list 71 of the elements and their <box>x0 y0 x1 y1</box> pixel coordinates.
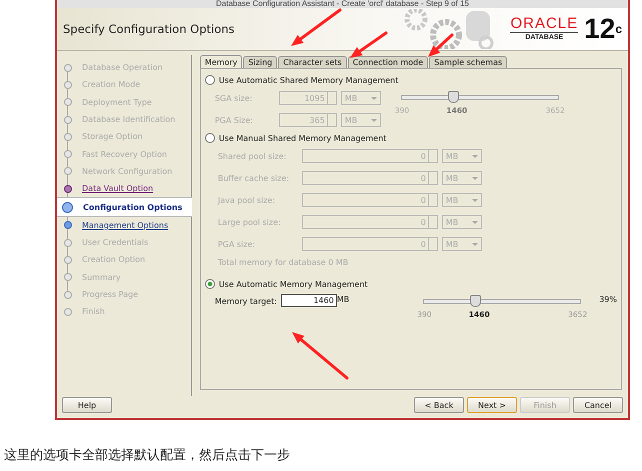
step-item[interactable]: Progress Page <box>57 286 191 304</box>
unit-dropdown[interactable]: MB <box>442 149 482 163</box>
spinner-field[interactable]: 0 <box>302 193 438 207</box>
dialog-button[interactable]: < Back <box>414 397 464 413</box>
field-label: Shared pool size: <box>216 152 288 160</box>
step-dot-icon <box>64 221 72 230</box>
tab[interactable]: Sample schemas <box>429 56 508 68</box>
annotation-arrow <box>428 34 454 57</box>
step-item[interactable]: Database Operation <box>57 59 191 76</box>
unit-dropdown[interactable]: MB <box>340 113 381 127</box>
page-title: Specify Configuration Options <box>63 22 235 36</box>
caption-text: 这里的选项卡全部选择默认配置，然后点击下一步 <box>4 447 290 464</box>
step-item[interactable]: Configuration Options <box>57 197 192 217</box>
spinner-field[interactable]: 0 <box>302 171 438 185</box>
dialog-button[interactable]: Next > <box>467 397 517 413</box>
unit-label: MB <box>336 294 350 304</box>
field-label: Java pool size: <box>216 196 276 204</box>
window-title: Database Configuration Assistant - Create 'orcl' database - Step 9 of 15 <box>57 0 628 8</box>
step-item[interactable]: Storage Option <box>57 128 191 146</box>
dialog-button[interactable]: Cancel <box>573 397 623 413</box>
tab[interactable]: Connection mode <box>348 56 428 68</box>
version-label: 12$^{c}$ <box>584 14 622 44</box>
step-item[interactable]: Deployment Type <box>57 94 191 111</box>
step-item[interactable]: Creation Option <box>57 251 191 269</box>
tab[interactable]: Memory <box>200 55 242 68</box>
brand-logo-text: ORACLE <box>510 16 578 32</box>
slider-handle[interactable] <box>448 91 459 103</box>
field-label: Large pool size: <box>216 218 282 226</box>
step-dot-icon <box>64 308 72 316</box>
spinner-field[interactable]: 0 <box>302 149 438 163</box>
slider-handle[interactable] <box>470 295 482 307</box>
unit-dropdown[interactable]: MB <box>340 91 381 105</box>
step-dot-icon <box>64 184 72 193</box>
spinner-field[interactable]: 1095 <box>278 91 337 105</box>
option-label: Use Automatic Shared Memory Management <box>218 76 398 84</box>
radio-button[interactable] <box>204 133 215 143</box>
unit-dropdown[interactable]: MB <box>442 193 482 207</box>
step-item[interactable]: Data Vault Option <box>57 180 191 198</box>
step-dot-icon <box>62 202 73 213</box>
step-item[interactable]: Database Identification <box>57 110 191 128</box>
field-label: PGA size: <box>216 240 256 248</box>
spinner-field[interactable]: 0 <box>302 215 438 229</box>
dialog-button[interactable]: Help <box>62 397 112 413</box>
memory-target-field[interactable]: 1460 <box>280 294 337 307</box>
radio-button[interactable] <box>204 279 215 289</box>
percent-label: 39% <box>599 294 617 304</box>
unit-dropdown[interactable]: MB <box>442 171 482 185</box>
step-item[interactable]: Fast Recovery Option <box>57 145 191 163</box>
unit-dropdown[interactable]: MB <box>442 237 482 251</box>
spinner-field[interactable]: 0 <box>302 237 438 251</box>
step-item[interactable]: User Credentials <box>57 234 191 252</box>
radio-button[interactable] <box>204 75 215 85</box>
field-label: PGA Size: <box>214 116 254 124</box>
field-label: SGA size: <box>214 94 254 102</box>
annotation-arrow <box>292 332 348 380</box>
step-item[interactable]: Summary <box>57 268 191 286</box>
field-label: Memory target: <box>214 296 278 306</box>
annotation-arrow <box>291 8 342 46</box>
tab[interactable]: Character sets <box>278 56 347 68</box>
total-memory-text: Total memory for database 0 MB <box>216 257 350 269</box>
option-label: Use Manual Shared Memory Management <box>218 134 386 142</box>
step-item[interactable]: Network Configuration <box>57 162 191 180</box>
step-item[interactable]: Management Options <box>57 216 191 234</box>
tab[interactable]: Sizing <box>243 56 278 68</box>
option-label: Use Automatic Memory Management <box>218 280 368 288</box>
spinner-field[interactable]: 365 <box>278 113 337 127</box>
unit-dropdown[interactable]: MB <box>442 215 482 229</box>
step-item[interactable]: Finish <box>57 303 191 320</box>
annotation-arrow <box>350 32 388 58</box>
step-item[interactable]: Creation Mode <box>57 76 191 94</box>
field-label: Buffer cache size: <box>216 174 290 182</box>
